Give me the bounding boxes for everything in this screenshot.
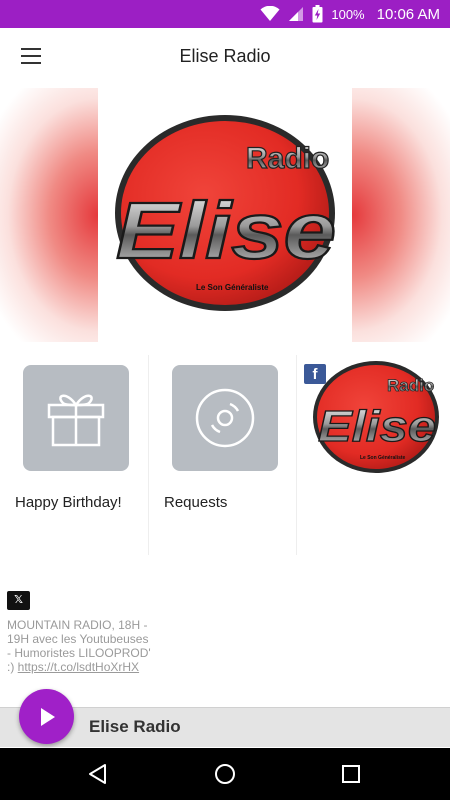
app-screen: x 100% 10:06 AM Elise Radio Radio Elise … <box>0 0 450 800</box>
facebook-icon: f <box>304 364 326 384</box>
signal-icon <box>288 6 304 22</box>
hero-carousel[interactable]: Radio Elise Le Son Généraliste <box>0 88 450 342</box>
system-nav-bar <box>0 748 450 800</box>
carousel-next-slide[interactable] <box>352 88 450 342</box>
back-icon[interactable] <box>78 758 118 790</box>
logo-brand-word: Elise <box>116 186 336 275</box>
clock: 10:06 AM <box>376 5 440 23</box>
happy-birthday-tile[interactable]: Happy Birthday! <box>0 345 148 555</box>
tweet-link[interactable]: https://t.co/lsdtHoXrHX <box>18 660 139 674</box>
tiles-row: Happy Birthday! Requests f Radio Elise L… <box>0 345 450 560</box>
wifi-icon: x <box>260 6 280 22</box>
app-bar: Elise Radio <box>0 28 450 84</box>
disc-icon <box>172 365 278 471</box>
home-icon[interactable] <box>205 758 245 790</box>
logo-tagline: Le Son Généraliste <box>196 283 269 292</box>
station-logo: Radio Elise Le Son Généraliste <box>98 88 352 342</box>
facebook-logo-brand-word: Elise <box>318 402 436 451</box>
facebook-logo-radio-word: Radio <box>387 376 434 395</box>
app-title: Elise Radio <box>179 45 271 66</box>
status-bar: x 100% 10:06 AM <box>0 0 450 28</box>
carousel-prev-slide[interactable] <box>0 88 98 342</box>
gift-icon <box>23 365 129 471</box>
recents-icon[interactable] <box>331 758 371 790</box>
facebook-logo-tagline: Le Son Généraliste <box>360 455 406 461</box>
player-title: Elise Radio <box>89 717 181 736</box>
x-twitter-icon[interactable]: 𝕏 <box>7 591 30 610</box>
play-icon <box>40 707 55 726</box>
logo-radio-word: Radio <box>246 142 329 175</box>
requests-tile[interactable]: Requests <box>149 345 297 555</box>
requests-label: Requests <box>164 494 228 511</box>
svg-text:x: x <box>273 16 277 22</box>
battery-percent: 100% <box>331 6 365 22</box>
facebook-tile[interactable]: f Radio Elise Le Son Généraliste <box>298 345 450 560</box>
tweet-text: MOUNTAIN RADIO, 18H - 19H avec les Youtu… <box>7 618 152 674</box>
tile-divider <box>296 355 297 555</box>
play-button[interactable] <box>19 689 74 744</box>
battery-charging-icon <box>312 5 323 23</box>
facebook-station-logo: Radio Elise Le Son Généraliste <box>313 361 439 473</box>
happy-birthday-label: Happy Birthday! <box>15 494 122 511</box>
hamburger-menu-icon[interactable] <box>12 38 50 74</box>
